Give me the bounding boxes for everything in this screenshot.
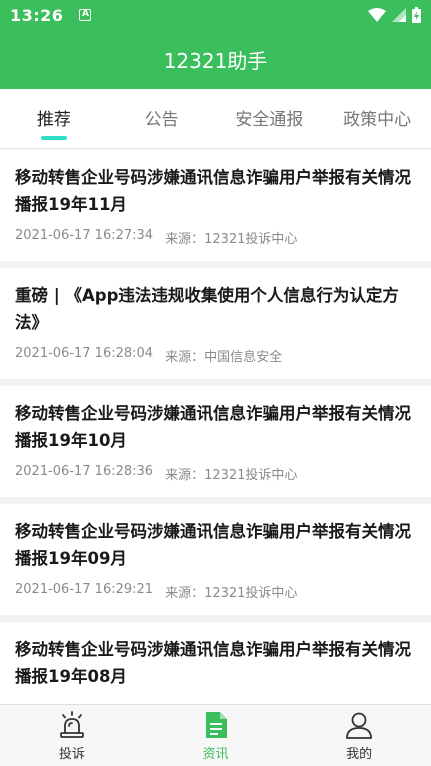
app-bar: 12321助手 (0, 30, 431, 89)
news-item[interactable]: 移动转售企业号码涉嫌通讯信息诈骗用户举报有关情况播报19年09月 2021-06… (0, 504, 431, 615)
news-item[interactable]: 移动转售企业号码涉嫌通讯信息诈骗用户举报有关情况播报19年10月 2021-06… (0, 386, 431, 497)
bottom-nav: 投诉 资讯 我的 (0, 704, 431, 766)
news-time: 2021-06-17 16:29:21 (15, 582, 154, 597)
news-time: 2021-06-17 16:28:04 (15, 346, 154, 361)
news-meta: 2021-06-17 16:27:34 来源：12321投诉中心 (15, 228, 416, 247)
news-title: 重磅 | 《App违法违规收集使用个人信息行为认定方法》 (15, 286, 399, 332)
tab-security-bulletins[interactable]: 安全通报 (216, 89, 324, 148)
status-time: 13:26 (10, 5, 64, 25)
tab-label: 安全通报 (235, 110, 304, 130)
news-meta: 2021-06-17 16:28:04 来源：中国信息安全 (15, 346, 416, 365)
news-source: 来源：12321投诉中心 (165, 232, 298, 247)
news-title: 移动转售企业号码涉嫌通讯信息诈骗用户举报有关情况播报19年10月 (15, 404, 411, 450)
news-source: 来源：中国信息安全 (165, 350, 283, 365)
notification-icon: A (79, 9, 92, 21)
app-title: 12321助手 (163, 49, 268, 73)
person-icon (344, 710, 374, 740)
tab-label: 政策中心 (343, 110, 412, 130)
nav-label: 我的 (346, 746, 373, 762)
battery-icon (412, 7, 421, 23)
news-item[interactable]: 移动转售企业号码涉嫌通讯信息诈骗用户举报有关情况播报19年08月 (0, 622, 431, 704)
news-title: 移动转售企业号码涉嫌通讯信息诈骗用户举报有关情况播报19年11月 (15, 168, 411, 214)
tab-indicator (40, 136, 67, 140)
tab-label: 推荐 (36, 110, 71, 130)
wifi-icon (368, 8, 386, 22)
alarm-siren-icon (57, 710, 87, 740)
news-item[interactable]: 移动转售企业号码涉嫌通讯信息诈骗用户举报有关情况播报19年11月 2021-06… (0, 150, 431, 261)
tab-announcements[interactable]: 公告 (108, 89, 216, 148)
tab-bar: 推荐 公告 安全通报 政策中心 (0, 89, 431, 149)
news-time: 2021-06-17 16:27:34 (15, 228, 154, 243)
news-feed[interactable]: 移动转售企业号码涉嫌通讯信息诈骗用户举报有关情况播报19年11月 2021-06… (0, 150, 431, 704)
status-bar: 13:26 A (0, 0, 431, 30)
news-title: 移动转售企业号码涉嫌通讯信息诈骗用户举报有关情况播报19年08月 (15, 640, 411, 686)
tab-label: 公告 (144, 110, 179, 130)
signal-icon (392, 8, 406, 22)
document-icon (201, 710, 231, 740)
nav-news[interactable]: 资讯 (144, 705, 288, 766)
news-meta: 2021-06-17 16:28:36 来源：12321投诉中心 (15, 464, 416, 483)
status-icons (368, 7, 421, 23)
nav-complaint[interactable]: 投诉 (0, 705, 144, 766)
news-source: 来源：12321投诉中心 (165, 586, 298, 601)
news-source: 来源：12321投诉中心 (165, 468, 298, 483)
news-time: 2021-06-17 16:28:36 (15, 464, 154, 479)
news-item[interactable]: 重磅 | 《App违法违规收集使用个人信息行为认定方法》 2021-06-17 … (0, 268, 431, 379)
news-title: 移动转售企业号码涉嫌通讯信息诈骗用户举报有关情况播报19年09月 (15, 522, 411, 568)
tab-policy-center[interactable]: 政策中心 (323, 89, 431, 148)
news-meta: 2021-06-17 16:29:21 来源：12321投诉中心 (15, 582, 416, 601)
nav-label: 投诉 (58, 746, 85, 762)
nav-profile[interactable]: 我的 (287, 705, 431, 766)
nav-label: 资讯 (202, 746, 229, 762)
tab-recommended[interactable]: 推荐 (0, 89, 108, 148)
